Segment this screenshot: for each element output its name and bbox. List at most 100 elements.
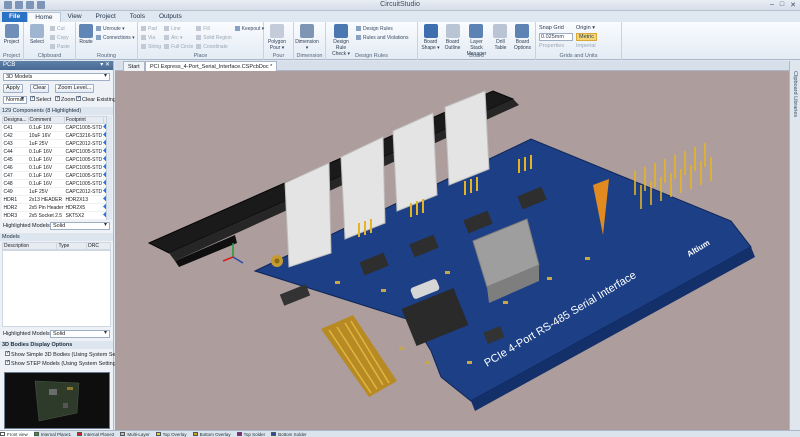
paste-button[interactable]: Paste	[50, 43, 70, 51]
table-row[interactable]: HDR3 2x5 Socket 2.5 SKT5X2	[2, 211, 111, 220]
view-mode-select[interactable]: Normal	[3, 96, 27, 104]
cell-comment: 2x5 Socket 2.5	[28, 211, 65, 220]
right-panel-label: Clipboard Libraries	[792, 71, 798, 118]
layer-tab[interactable]: Multi-Layer	[120, 431, 155, 437]
cell-designator: C49	[2, 187, 29, 196]
tab-tools[interactable]: Tools	[123, 12, 152, 22]
rules-violations-button[interactable]: Rules and Violations	[356, 34, 409, 42]
table-row[interactable]: C44 0.1uF 16V CAPC1005-STD	[2, 147, 111, 156]
origin-button[interactable]: Origin ▾	[576, 25, 597, 31]
panel-mode-select[interactable]: 3D Models	[3, 73, 110, 81]
tab-file[interactable]: File	[2, 12, 28, 22]
table-row[interactable]: HDR2 2x5 Pin Header HDR2X5	[2, 203, 111, 212]
layer-tab[interactable]: Bottom Solder	[271, 431, 313, 437]
table-row[interactable]: C48 0.1uF 16V CAPC1005-STD	[2, 179, 111, 188]
right-panel-tabs[interactable]: Clipboard Libraries	[789, 61, 800, 430]
panel-title: PCB	[3, 62, 16, 68]
unroute-button[interactable]: Unroute ▾	[96, 25, 135, 33]
col-description[interactable]: Description	[1, 242, 58, 250]
maximize-button[interactable]: □	[780, 1, 784, 9]
cell-designator: C44	[2, 147, 29, 156]
tab-outputs[interactable]: Outputs	[152, 12, 189, 22]
tab-view[interactable]: View	[61, 12, 89, 22]
apply-button[interactable]: Apply	[3, 84, 23, 93]
table-row[interactable]: C47 0.1uF 16V CAPC1005-STD	[2, 171, 111, 180]
table-row[interactable]: C42 10uF 16V CAPC3216-STD	[2, 131, 111, 140]
cell-comment: 2x5 Pin Header	[28, 203, 65, 212]
highlighted-models-select[interactable]: Solid	[50, 222, 110, 230]
table-row[interactable]: HDR1 2x13 HEADER HDR2X13	[2, 195, 111, 204]
pad-button[interactable]: Pad	[141, 25, 161, 33]
highlighted-models-label-2: Highlighted Models	[3, 331, 50, 337]
board-preview-thumbnail[interactable]	[4, 372, 110, 429]
pcb-3d-viewport[interactable]: PCIe 4-Port RS-485 Serial Interface Alti…	[115, 71, 789, 430]
string-button[interactable]: String	[141, 43, 161, 51]
close-button[interactable]: ✕	[790, 1, 796, 9]
design-rules-button[interactable]: Design Rules	[356, 25, 409, 33]
solid-region-button[interactable]: Solid Region	[196, 34, 231, 42]
minimize-button[interactable]: –	[770, 1, 774, 9]
show-step-models-checkbox[interactable]: Show STEP Models (Using System Setting)	[5, 360, 118, 368]
layer-tab[interactable]: Bottom Overlay	[192, 431, 237, 437]
select-checkbox[interactable]: Select	[30, 96, 51, 104]
cell-comment: 0.1uF 16V	[28, 123, 65, 132]
layer-tab[interactable]: Top Overlay	[155, 431, 193, 437]
imperial-toggle[interactable]: Imperial	[576, 43, 597, 49]
layer-color-swatch	[120, 432, 126, 436]
table-row[interactable]: C46 0.1uF 16V CAPC1005-STD	[2, 163, 111, 172]
cell-designator: C47	[2, 171, 29, 180]
line-button[interactable]: Line	[164, 25, 193, 33]
tab-project[interactable]: Project	[89, 12, 123, 22]
arc-button[interactable]: Arc ▾	[164, 34, 193, 42]
full-circle-button[interactable]: Full Circle	[164, 43, 193, 51]
group-label-board: Board	[469, 53, 484, 59]
models-header: Models	[0, 233, 113, 241]
drc-icon	[334, 24, 348, 38]
panel-pin-close[interactable]: ▾ ✕	[100, 61, 110, 70]
table-row[interactable]: C45 0.1uF 16V CAPC1005-STD	[2, 155, 111, 164]
copy-button[interactable]: Copy	[50, 34, 70, 42]
table-row[interactable]: C49 1uF 25V CAPC2012-STD	[2, 187, 111, 196]
clear-existing-checkbox[interactable]: Clear Existing	[76, 96, 116, 104]
show-simple-bodies-checkbox[interactable]: Show Simple 3D Bodies (Using System Sett…	[5, 351, 120, 359]
tab-home[interactable]: Home	[27, 12, 61, 22]
components-table: Designa... Comment Footprint C41 0.1uF 16…	[2, 116, 111, 220]
table-row[interactable]: C43 1uF 25V CAPC2012-STD	[2, 139, 111, 148]
zoom-level-button[interactable]: Zoom Level...	[55, 84, 95, 93]
layer-tab-label: Bottom Solder	[278, 431, 307, 437]
col-designator[interactable]: Designa...	[2, 116, 29, 124]
tab-pcb-document[interactable]: PCI Express_4-Port_Serial_Interface.CSPc…	[145, 61, 278, 71]
components-scrollbar[interactable]	[106, 116, 112, 220]
col-footprint[interactable]: Footprint	[63, 116, 104, 124]
keepout-button[interactable]: Keepout ▾	[235, 25, 265, 33]
properties-button[interactable]: Properties	[539, 43, 573, 49]
connections-button[interactable]: Connections ▾	[96, 34, 135, 42]
snap-grid-input[interactable]: 0.025mm	[539, 33, 573, 41]
cut-button[interactable]: Cut	[50, 25, 70, 33]
models-list[interactable]	[2, 250, 111, 327]
clear-button[interactable]: Clear	[30, 84, 50, 93]
col-type[interactable]: Type	[56, 242, 88, 250]
cell-designator: HDR3	[2, 211, 29, 220]
table-row[interactable]: C41 0.1uF 16V CAPC1005-STD	[2, 123, 111, 132]
layer-tab[interactable]: Top Solder	[236, 431, 272, 437]
via-button[interactable]: Via	[141, 34, 161, 42]
layer-tab-label: Top Solder	[243, 431, 266, 437]
layer-tab[interactable]: Front view	[0, 431, 34, 437]
coordinate-button[interactable]: Coordinate	[196, 43, 231, 51]
highlighted-models-select-2[interactable]: Solid	[50, 330, 110, 338]
project-icon	[4, 24, 19, 38]
pcb-3d-render: PCIe 4-Port RS-485 Serial Interface Alti…	[147, 90, 755, 411]
tab-start[interactable]: Start	[123, 61, 145, 71]
cell-designator: C43	[2, 139, 29, 148]
zoom-checkbox[interactable]: Zoom	[55, 96, 75, 104]
layer-tab[interactable]: Internal Plane1	[33, 431, 77, 437]
fill-button[interactable]: Fill	[196, 25, 231, 33]
metric-toggle[interactable]: Metric	[576, 33, 597, 41]
layer-tab[interactable]: Internal Plane2	[77, 431, 120, 437]
ribbon-group-grids: Snap Grid 0.025mm Properties Origin ▾ Me…	[536, 22, 622, 60]
col-drc[interactable]: DRC	[86, 242, 111, 250]
cell-footprint: SKT5X2	[64, 211, 104, 220]
layer-tab-bar: Front view Internal Plane1 Internal Plane2…	[0, 430, 800, 437]
col-comment[interactable]: Comment	[27, 116, 65, 124]
